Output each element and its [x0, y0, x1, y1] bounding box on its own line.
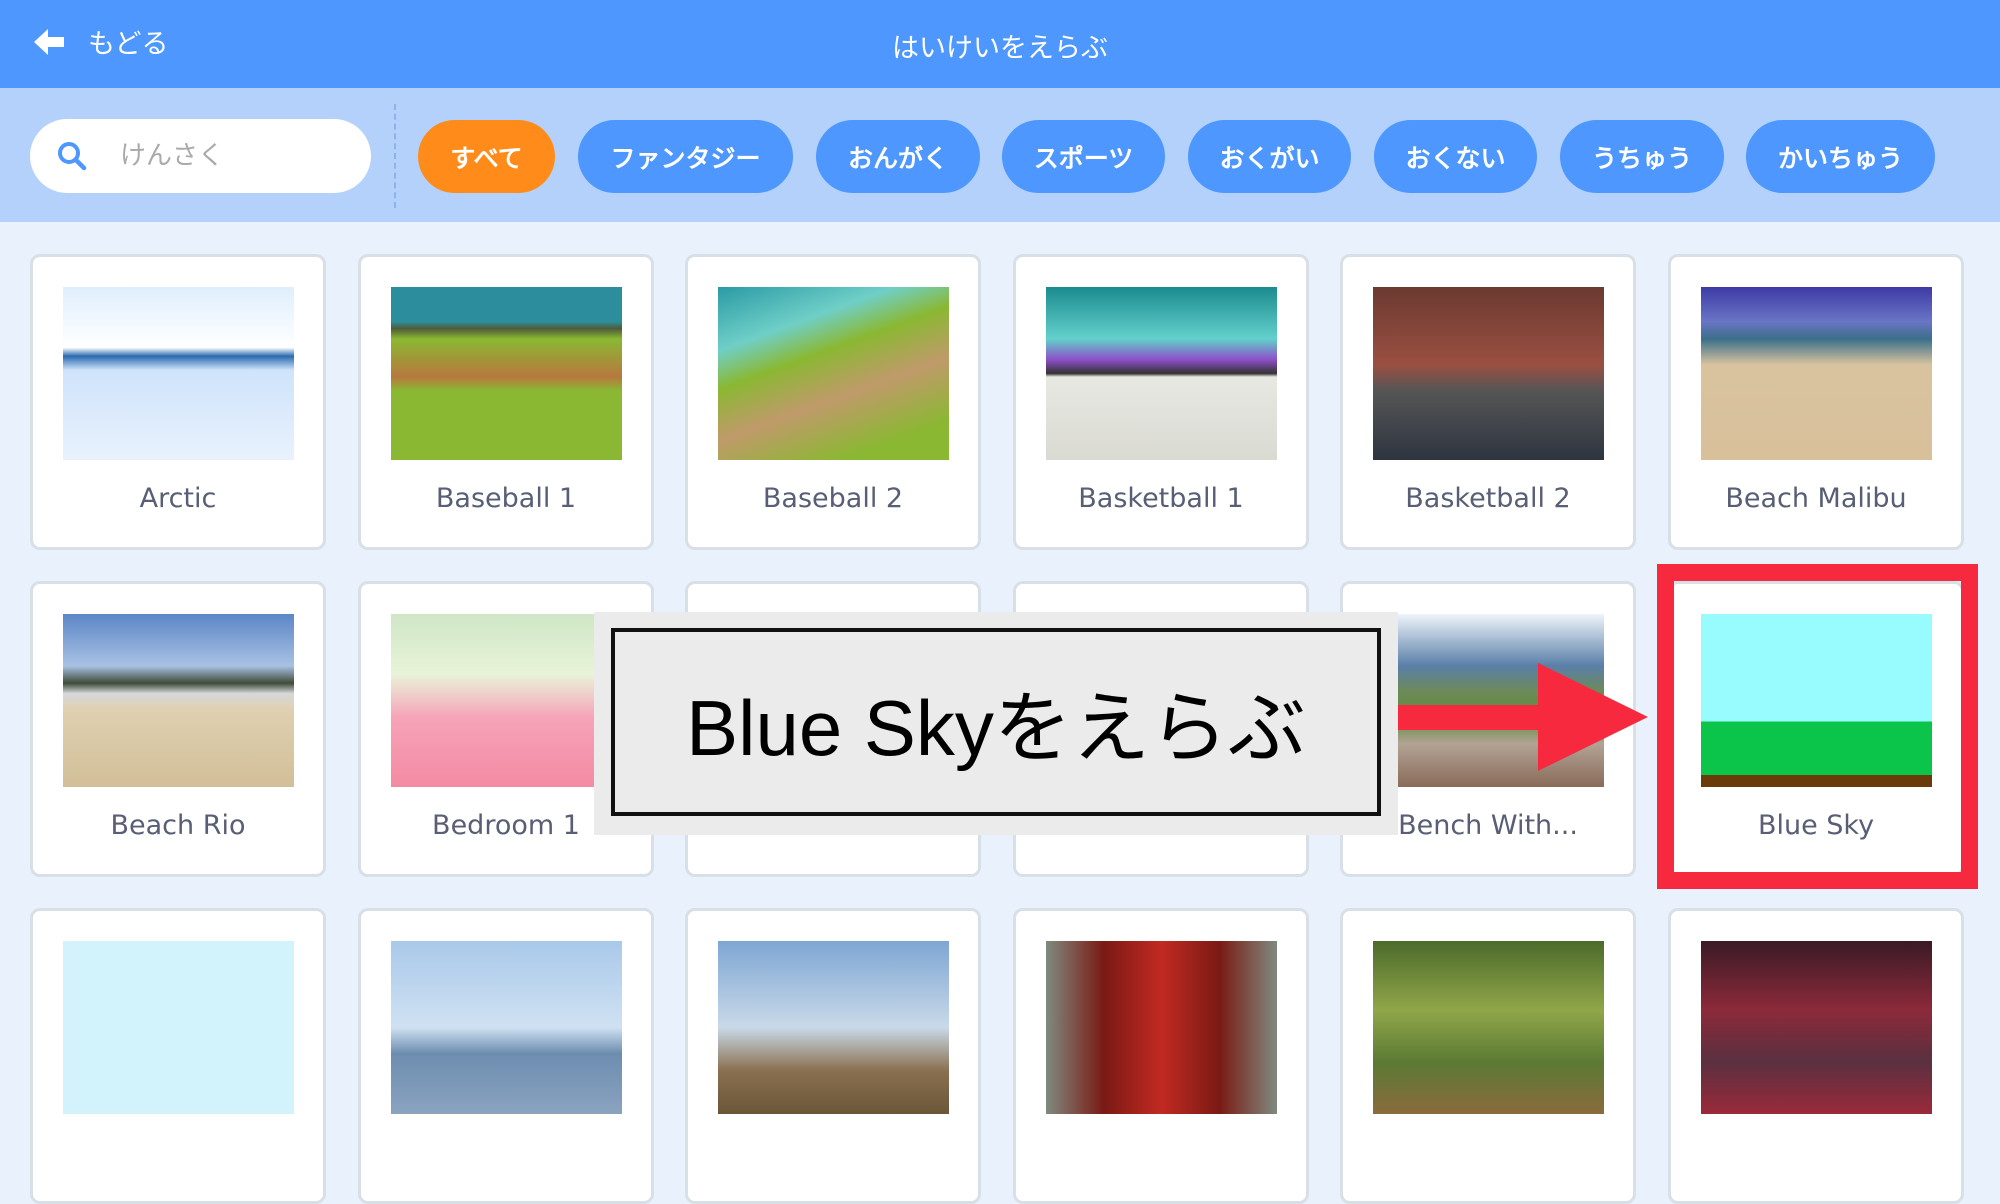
- tag-fantasy[interactable]: ファンタジー: [578, 120, 793, 193]
- backdrop-thumbnail: [718, 287, 949, 460]
- backdrop-thumbnail: [63, 614, 294, 787]
- tag-space[interactable]: うちゅう: [1560, 120, 1724, 193]
- backdrop-thumbnail: [391, 614, 622, 787]
- backdrop-thumbnail: [1701, 287, 1932, 460]
- divider: [394, 104, 396, 208]
- backdrop-card[interactable]: [1013, 908, 1309, 1204]
- tag-all[interactable]: すべて: [418, 120, 555, 193]
- search-box[interactable]: [30, 119, 371, 193]
- backdrop-card[interactable]: Beach Rio: [30, 581, 326, 877]
- backdrop-name: Arctic: [139, 483, 217, 514]
- backdrop-card[interactable]: Beach Malibu: [1668, 254, 1964, 550]
- instruction-callout: Blue Skyをえらぶ: [594, 612, 1398, 835]
- arrow-right-icon: [1398, 663, 1648, 771]
- backdrop-thumbnail: [718, 941, 949, 1114]
- backdrop-thumbnail: [1373, 287, 1604, 460]
- backdrop-thumbnail: [1046, 287, 1277, 460]
- tag-outdoors[interactable]: おくがい: [1188, 120, 1351, 193]
- backdrop-card[interactable]: [1340, 908, 1636, 1204]
- tag-underwater[interactable]: かいちゅう: [1746, 120, 1935, 193]
- backdrop-card[interactable]: Arctic: [30, 254, 326, 550]
- backdrop-name: Basketball 2: [1405, 483, 1571, 514]
- backdrop-name: Baseball 1: [435, 483, 577, 514]
- backdrop-name: Baseball 2: [762, 483, 904, 514]
- backdrop-thumbnail: [1701, 941, 1932, 1114]
- backdrop-card[interactable]: Basketball 2: [1340, 254, 1636, 550]
- backdrop-card[interactable]: [358, 908, 654, 1204]
- highlight-box: [1657, 564, 1978, 889]
- backdrop-card[interactable]: [1668, 908, 1964, 1204]
- backdrop-name: Basketball 1: [1078, 483, 1244, 514]
- search-icon: [58, 142, 87, 171]
- tag-music[interactable]: おんがく: [816, 120, 980, 193]
- instruction-text: Blue Skyをえらぶ: [611, 628, 1381, 816]
- backdrop-thumbnail: [1046, 941, 1277, 1114]
- backdrop-thumbnail: [391, 941, 622, 1114]
- search-input[interactable]: [120, 141, 340, 171]
- backdrop-thumbnail: [1373, 941, 1604, 1114]
- backdrop-name: Beach Rio: [110, 810, 246, 841]
- backdrop-thumbnail: [63, 287, 294, 460]
- backdrop-card[interactable]: Baseball 2: [685, 254, 981, 550]
- tag-sports[interactable]: スポーツ: [1002, 120, 1165, 193]
- header: もどる はいけいをえらぶ: [0, 0, 2000, 88]
- backdrop-thumbnail: [391, 287, 622, 460]
- filter-bar: すべて ファンタジー おんがく スポーツ おくがい おくない うちゅう かいちゅ…: [0, 88, 2000, 222]
- backdrop-card[interactable]: Basketball 1: [1013, 254, 1309, 550]
- page-title: はいけいをえらぶ: [892, 33, 1108, 64]
- backdrop-name: Beach Malibu: [1725, 483, 1907, 514]
- tag-indoors[interactable]: おくない: [1374, 120, 1537, 193]
- backdrop-card[interactable]: Baseball 1: [358, 254, 654, 550]
- backdrop-card[interactable]: [685, 908, 981, 1204]
- backdrop-card[interactable]: [30, 908, 326, 1204]
- backdrop-thumbnail: [63, 941, 294, 1114]
